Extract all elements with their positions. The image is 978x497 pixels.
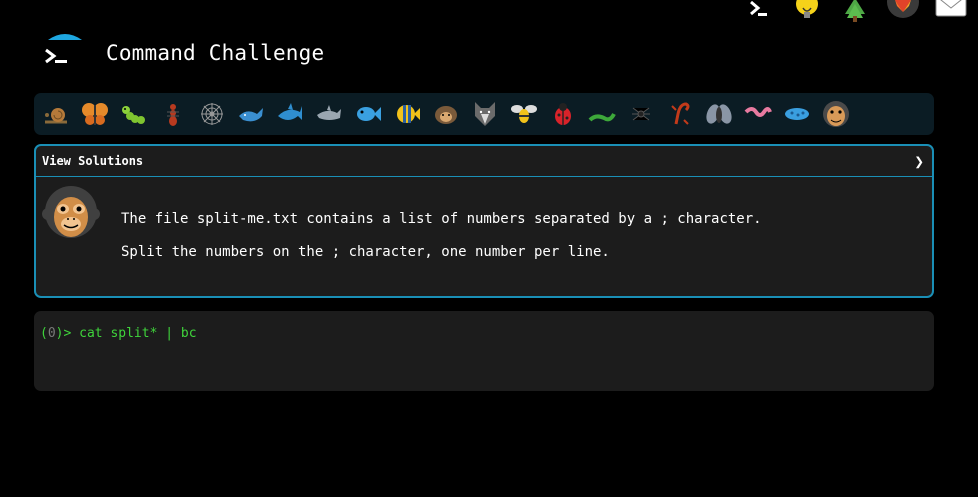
butterfly-icon[interactable] xyxy=(79,97,110,131)
view-solutions-toggle[interactable]: View Solutions ❯ xyxy=(36,146,932,177)
challenge-instruction: Split the numbers on the ; character, on… xyxy=(121,244,610,260)
snail-icon[interactable] xyxy=(40,97,71,131)
challenge-panel: View Solutions ❯ The file split-me.txt c… xyxy=(34,144,934,298)
spider-web-icon[interactable] xyxy=(196,97,227,131)
terminal[interactable]: (0)> xyxy=(34,311,934,391)
level-selector xyxy=(34,93,934,135)
fly-icon[interactable] xyxy=(703,97,734,131)
lizard-icon[interactable] xyxy=(586,97,617,131)
view-solutions-label: View Solutions xyxy=(42,154,144,168)
prompt-close: )> xyxy=(55,326,80,341)
lightbulb-icon[interactable] xyxy=(790,0,824,22)
brand: Command Challenge xyxy=(40,30,324,76)
microbe-icon[interactable] xyxy=(781,97,812,131)
whale-icon[interactable] xyxy=(235,97,266,131)
terminal-logo-icon[interactable] xyxy=(40,30,86,76)
command-input[interactable] xyxy=(79,326,680,341)
worm-icon[interactable] xyxy=(742,97,773,131)
monkey-icon[interactable] xyxy=(820,97,851,131)
shark-icon[interactable] xyxy=(274,97,305,131)
wolf-icon[interactable] xyxy=(469,97,500,131)
challenge-description: The file split-me.txt contains a list of… xyxy=(121,211,762,227)
tropical-fish-icon[interactable] xyxy=(391,97,422,131)
ant-icon[interactable] xyxy=(157,97,188,131)
exit-code: 0 xyxy=(47,326,56,341)
challenge-body: The file split-me.txt contains a list of… xyxy=(36,177,932,296)
bee-icon[interactable] xyxy=(508,97,539,131)
dolphin-icon[interactable] xyxy=(313,97,344,131)
scorpion-icon[interactable] xyxy=(664,97,695,131)
top-nav xyxy=(742,0,968,22)
page-title: Command Challenge xyxy=(106,41,325,65)
spider-icon[interactable] xyxy=(625,97,656,131)
chevron-right-icon: ❯ xyxy=(914,151,924,171)
gitlab-icon[interactable] xyxy=(886,0,920,22)
hedgehog-icon[interactable] xyxy=(430,97,461,131)
ladybug-icon[interactable] xyxy=(547,97,578,131)
mail-icon[interactable] xyxy=(934,0,968,22)
prompt-open: ( xyxy=(40,326,48,341)
terminal-icon[interactable] xyxy=(742,0,776,22)
monkey-avatar-icon xyxy=(42,185,100,247)
fish-icon[interactable] xyxy=(352,97,383,131)
tree-icon[interactable] xyxy=(838,0,872,22)
caterpillar-icon[interactable] xyxy=(118,97,149,131)
